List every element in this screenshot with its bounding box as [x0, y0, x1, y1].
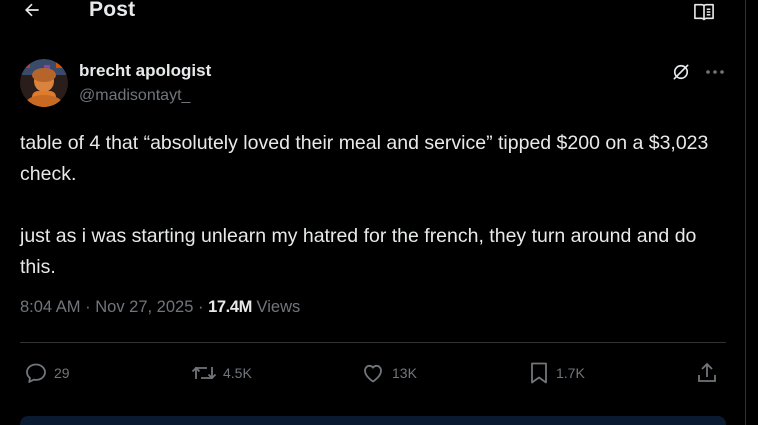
back-button[interactable]	[20, 0, 44, 22]
post-header: Post	[0, 0, 746, 26]
reply-icon	[26, 363, 46, 383]
more-options-button[interactable]	[704, 61, 726, 83]
tweet-paragraph: table of 4 that “absolutely loved their …	[20, 132, 709, 185]
meta-separator: ·	[85, 298, 91, 316]
grok-icon	[673, 64, 689, 80]
reply-count: 29	[54, 365, 70, 381]
tweet-time[interactable]: 8:04 AM	[20, 298, 81, 316]
scrollbar-track	[746, 0, 758, 425]
bookmark-button[interactable]: 1.7K	[528, 360, 585, 386]
like-count: 13K	[392, 365, 417, 381]
tweet-text: table of 4 that “absolutely loved their …	[20, 128, 725, 283]
page-title: Post	[89, 0, 136, 21]
author-display-name[interactable]: brecht apologist	[79, 61, 211, 81]
reader-mode-button[interactable]	[692, 1, 716, 23]
reply-button[interactable]: 29	[24, 360, 70, 386]
more-horizontal-icon	[706, 70, 724, 74]
views-label: Views	[256, 298, 301, 316]
tweet-meta: 8:04 AM · Nov 27, 2025 · 17.4M Views	[20, 298, 300, 317]
share-icon	[698, 362, 716, 382]
author-handle[interactable]: @madisontayt_	[79, 87, 190, 105]
meta-separator: ·	[197, 298, 204, 316]
views-count: 17.4M	[208, 298, 252, 316]
share-button[interactable]	[695, 360, 719, 386]
post-page: Post brecht apologist @madisontayt_ tabl…	[0, 0, 746, 425]
book-open-icon	[694, 3, 714, 21]
arrow-left-icon	[25, 3, 39, 17]
paragraph-spacer	[20, 190, 725, 221]
tweet-paragraph: just as i was starting unlearn my hatred…	[20, 225, 697, 278]
tweet-date[interactable]: Nov 27, 2025	[95, 298, 193, 316]
reply-composer-edge	[20, 416, 726, 425]
divider	[20, 342, 726, 343]
repost-count: 4.5K	[223, 365, 252, 381]
grok-button[interactable]	[670, 61, 692, 83]
heart-icon	[364, 364, 382, 383]
bookmark-icon	[531, 362, 547, 384]
repost-icon	[191, 366, 217, 380]
avatar[interactable]	[20, 59, 68, 107]
bookmark-count: 1.7K	[556, 365, 585, 381]
like-button[interactable]: 13K	[360, 360, 417, 386]
repost-button[interactable]: 4.5K	[191, 360, 252, 386]
avatar-image	[20, 59, 68, 107]
